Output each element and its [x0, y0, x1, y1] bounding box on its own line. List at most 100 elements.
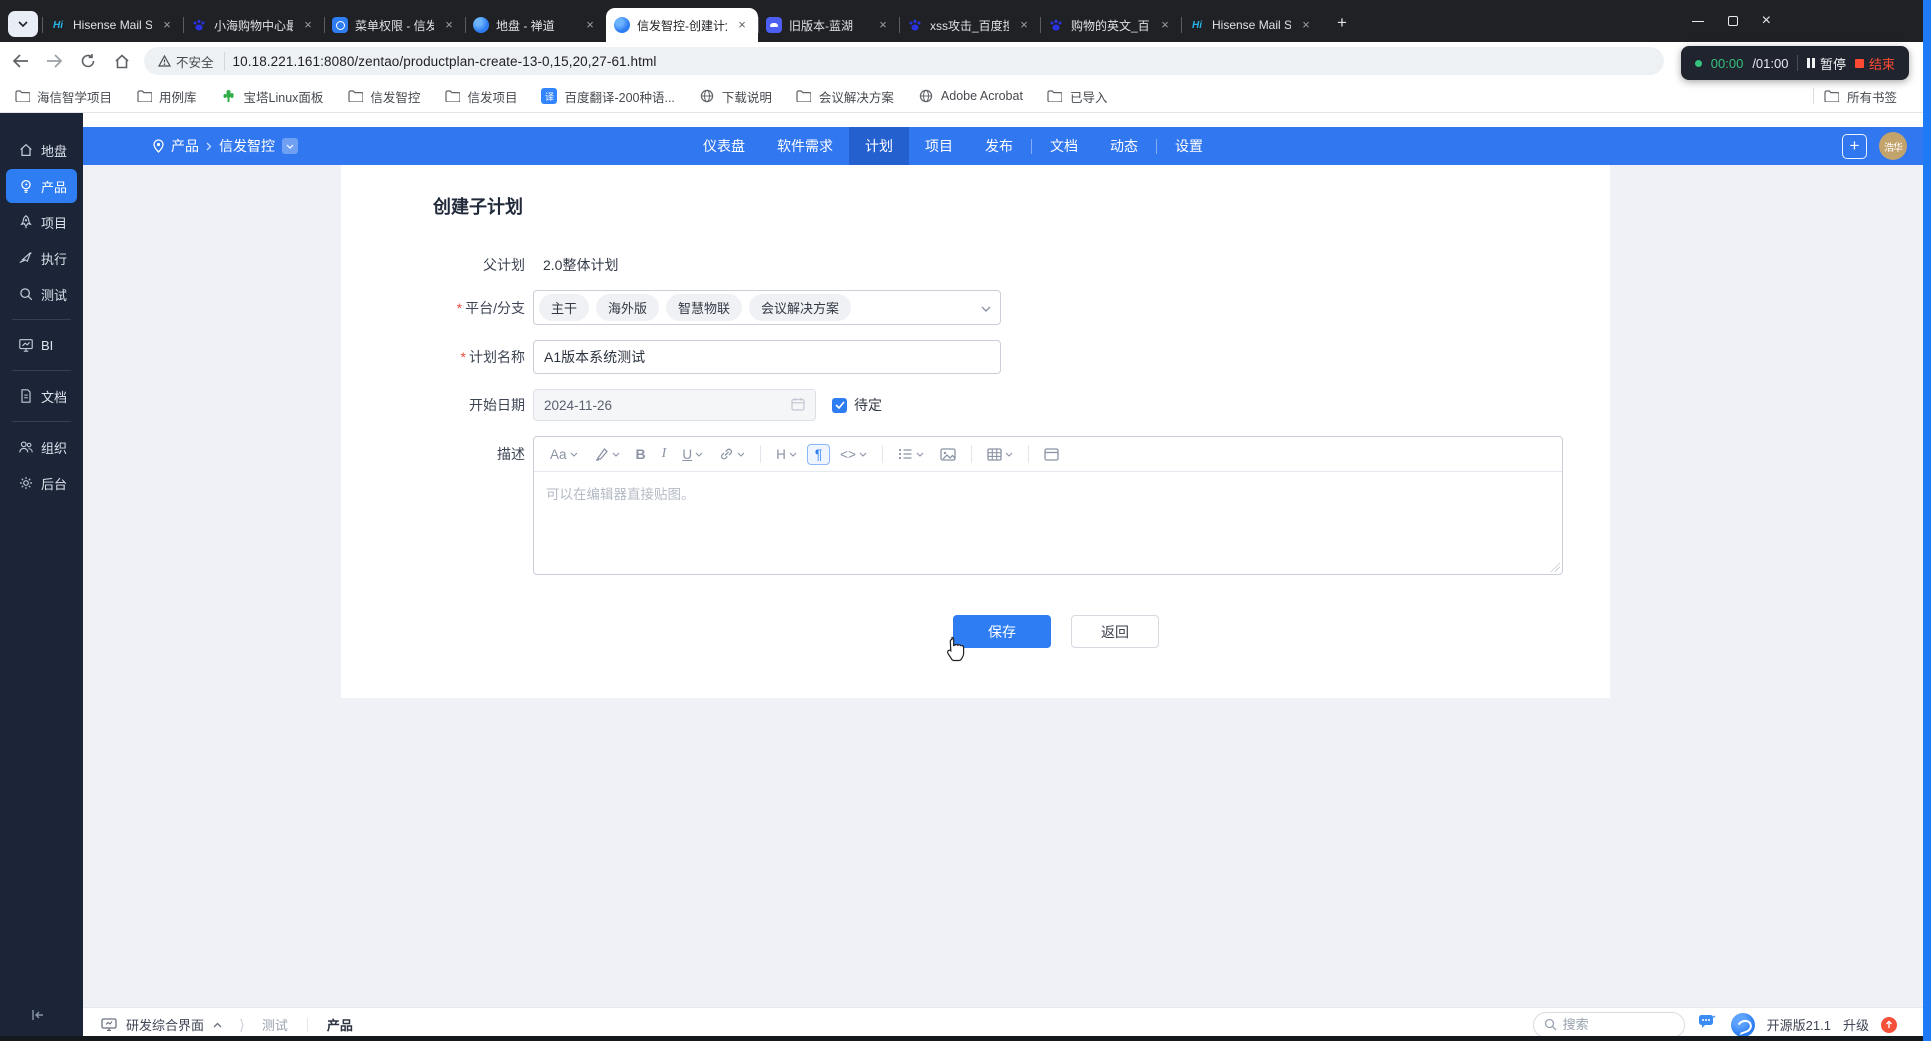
list-button[interactable] — [892, 444, 930, 464]
address-bar[interactable]: 不安全 10.18.221.161:8080/zentao/productpla… — [144, 47, 1664, 75]
platform-tag[interactable]: 智慧物联 — [666, 294, 743, 321]
tab-create-plan-active[interactable]: 信发智控-创建计划 - × — [606, 8, 758, 42]
sidebar-item-project[interactable]: 项目 — [6, 205, 77, 239]
sidebar-item-test[interactable]: 测试 — [6, 277, 77, 311]
ai-assistant-icon[interactable] — [1697, 1014, 1719, 1036]
start-date-input[interactable]: 2024-11-26 — [533, 389, 816, 421]
tab-shopping-english[interactable]: 购物的英文_百度搜索 × — [1040, 8, 1181, 42]
tab-zentao-home[interactable]: 地盘 - 禅道 × — [465, 8, 606, 42]
tab-close-icon[interactable]: × — [159, 17, 175, 33]
nav-item-requirements[interactable]: 软件需求 — [761, 127, 849, 165]
bookmark-imported[interactable]: 已导入 — [1047, 87, 1107, 106]
tab-lanhu[interactable]: 旧版本-蓝湖 × — [758, 8, 899, 42]
code-button[interactable]: <> — [834, 443, 873, 466]
sidebar-item-execution[interactable]: 执行 — [6, 241, 77, 275]
nav-item-dynamic[interactable]: 动态 — [1094, 127, 1154, 165]
panel-button[interactable] — [1038, 444, 1065, 465]
text-color-button[interactable] — [588, 443, 626, 465]
quick-create-button[interactable]: + — [1842, 133, 1867, 159]
sidebar-item-dashboard[interactable]: 地盘 — [6, 133, 77, 167]
font-style-button[interactable]: Aa — [544, 443, 584, 466]
upgrade-link[interactable]: 升级 — [1843, 1015, 1869, 1034]
tab-close-icon[interactable]: × — [1298, 17, 1314, 33]
tab-close-icon[interactable]: × — [1157, 17, 1173, 33]
not-secure-chip[interactable]: 不安全 — [158, 51, 225, 71]
bookmark-hisense-project[interactable]: 海信智学项目 — [14, 87, 112, 106]
home-button[interactable] — [108, 47, 136, 75]
window-close-button[interactable]: × — [1762, 13, 1771, 29]
back-button[interactable] — [6, 47, 34, 75]
platform-tag[interactable]: 主干 — [539, 294, 590, 321]
tab-hisense-mail-2[interactable]: Hi Hisense Mail System × — [1181, 8, 1322, 42]
status-tab-product[interactable]: 产品 — [327, 1015, 353, 1034]
back-button-form[interactable]: 返回 — [1071, 615, 1159, 648]
bold-button[interactable]: B — [630, 442, 652, 466]
nav-item-project[interactable]: 项目 — [909, 127, 969, 165]
bookmark-meeting-solution[interactable]: 会议解决方案 — [796, 87, 894, 106]
tab-close-icon[interactable]: × — [734, 17, 750, 33]
paragraph-button[interactable]: ¶ — [806, 443, 831, 465]
chevron-down-icon[interactable] — [981, 299, 991, 317]
sidebar-item-admin[interactable]: 后台 — [6, 466, 77, 500]
sidebar-item-org[interactable]: 组织 — [6, 430, 77, 464]
calendar-icon[interactable] — [791, 397, 805, 414]
tab-close-icon[interactable]: × — [582, 17, 598, 33]
editor-body[interactable]: 可以在编辑器直接贴图。 — [534, 472, 1562, 574]
platform-multiselect[interactable]: 主干 海外版 智慧物联 会议解决方案 — [533, 290, 1001, 325]
tab-search-button[interactable] — [8, 11, 38, 37]
resize-handle[interactable] — [1550, 562, 1560, 572]
bookmark-xinfa-zhikong[interactable]: 信发智控 — [347, 87, 420, 106]
upgrade-badge-icon[interactable] — [1881, 1016, 1897, 1033]
bookmark-bt-panel[interactable]: 宝塔Linux面板 — [221, 87, 323, 106]
sidebar-item-product[interactable]: 产品 — [6, 169, 77, 203]
forward-button[interactable] — [40, 47, 68, 75]
pending-checkbox[interactable] — [832, 397, 847, 413]
italic-button[interactable]: I — [656, 442, 673, 466]
window-maximize-button[interactable] — [1727, 16, 1738, 26]
heading-button[interactable]: H — [770, 443, 803, 466]
sidebar-item-doc[interactable]: 文档 — [6, 379, 77, 413]
underline-button[interactable]: U — [676, 443, 709, 466]
breadcrumb-section[interactable]: 产品 — [171, 136, 199, 156]
status-tab-test[interactable]: 测试 — [262, 1015, 288, 1034]
user-avatar[interactable]: 浩华 — [1879, 132, 1907, 160]
tab-xss-search[interactable]: xss攻击_百度搜索 × — [899, 8, 1040, 42]
sidebar-item-bi[interactable]: BI — [6, 328, 77, 362]
tab-hisense-mail-1[interactable]: Hi Hisense Mail System × — [42, 8, 183, 42]
breadcrumb-product[interactable]: 信发智控 — [219, 136, 275, 156]
table-button[interactable] — [981, 444, 1019, 465]
save-button[interactable]: 保存 — [953, 615, 1051, 648]
platform-tag[interactable]: 会议解决方案 — [749, 294, 852, 321]
reload-button[interactable] — [74, 47, 102, 75]
product-switch-dropdown[interactable] — [282, 138, 298, 154]
link-button[interactable] — [713, 443, 751, 465]
tab-menu-permission[interactable]: 菜单权限 - 信发智控 × — [324, 8, 465, 42]
tab-close-icon[interactable]: × — [441, 17, 457, 33]
nav-item-release[interactable]: 发布 — [969, 127, 1029, 165]
global-search[interactable] — [1532, 1011, 1685, 1038]
tab-close-icon[interactable]: × — [875, 17, 891, 33]
nav-item-dashboard[interactable]: 仪表盘 — [687, 127, 761, 165]
tab-close-icon[interactable]: × — [300, 17, 316, 33]
bookmark-baidu-translate[interactable]: 译百度翻译-200种语... — [541, 87, 675, 106]
sidebar-collapse-button[interactable] — [30, 1008, 46, 1027]
platform-tag[interactable]: 海外版 — [596, 294, 660, 321]
version-label[interactable]: 开源版21.1 — [1767, 1015, 1831, 1034]
tab-baidu-shopping[interactable]: 小海购物中心最火的 × — [183, 8, 324, 42]
image-button[interactable] — [934, 444, 962, 465]
all-bookmarks-button[interactable]: 所有书签 — [1824, 87, 1897, 106]
bookmark-case-library[interactable]: 用例库 — [136, 87, 197, 106]
bookmark-adobe-acrobat[interactable]: Adobe Acrobat — [918, 88, 1023, 104]
search-input[interactable] — [1562, 1017, 1663, 1032]
pending-checkbox-group[interactable]: 待定 — [832, 395, 882, 415]
nav-item-settings[interactable]: 设置 — [1159, 127, 1219, 165]
window-minimize-button[interactable] — [1691, 20, 1704, 22]
tab-close-icon[interactable]: × — [1016, 17, 1032, 33]
bookmark-xinfa-project[interactable]: 信发项目 — [444, 87, 517, 106]
new-tab-button[interactable]: + — [1328, 9, 1356, 37]
plan-name-input[interactable] — [533, 340, 1001, 374]
nav-item-doc[interactable]: 文档 — [1034, 127, 1094, 165]
bookmark-download-notes[interactable]: 下载说明 — [699, 87, 772, 106]
stop-recording-button[interactable]: 结束 — [1854, 54, 1895, 73]
pause-recording-button[interactable]: 暂停 — [1807, 54, 1846, 73]
